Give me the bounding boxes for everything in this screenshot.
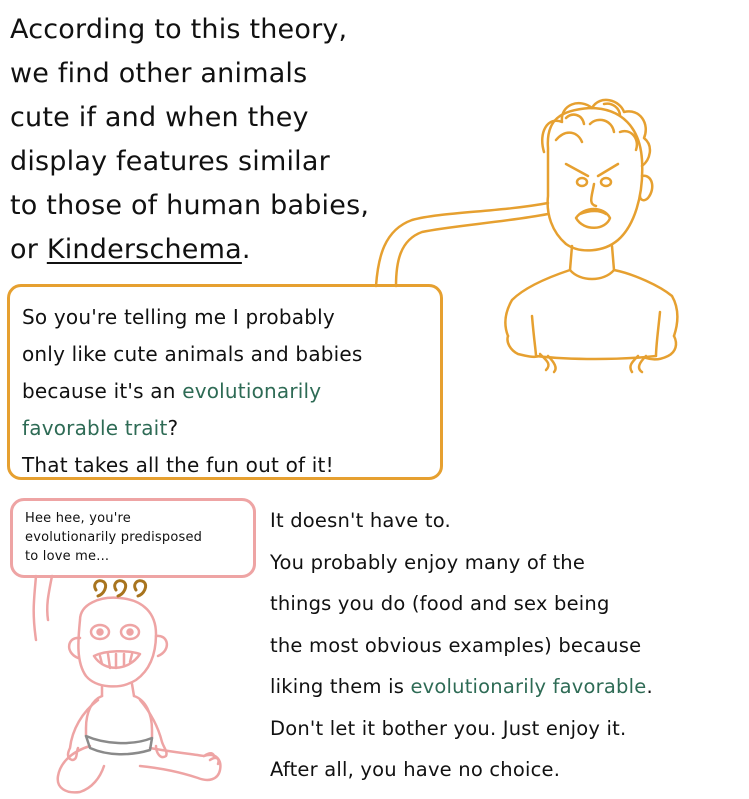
guy-speech-line: only like cute animals and babies bbox=[22, 342, 363, 366]
reply-line: You probably enjoy many of the bbox=[270, 550, 586, 574]
reply-emphasis: evolutionarily favorable bbox=[410, 675, 647, 698]
guy-eye-right bbox=[599, 176, 613, 188]
reply-suffix: . bbox=[646, 675, 653, 698]
reply-line: the most obvious examples) because bbox=[270, 633, 642, 657]
baby-head bbox=[77, 596, 158, 688]
baby-leg-left bbox=[56, 744, 106, 794]
guy-bubble-tail bbox=[374, 201, 550, 288]
baby-diaper bbox=[84, 734, 154, 756]
baby-figure bbox=[56, 596, 222, 794]
guy-speech-suffix: ? bbox=[167, 416, 179, 440]
reply-line: After all, you have no choice. bbox=[270, 758, 561, 781]
guy-speech-line: So you're telling me I probably bbox=[22, 305, 335, 329]
guy-eyebrow-left bbox=[564, 162, 590, 178]
baby-pupil-left bbox=[96, 628, 104, 636]
guy-head bbox=[546, 106, 644, 252]
baby-ear-right bbox=[154, 634, 168, 658]
guy-speech-line: because it's an evolutionarily bbox=[22, 373, 428, 410]
reply-line: Don't let it bother you. Just enjoy it. bbox=[270, 716, 627, 740]
baby-bubble-tail bbox=[32, 574, 54, 642]
guy-speech-emphasis: evolutionarily bbox=[182, 379, 322, 403]
guy-speech-bubble: So you're telling me I probably only lik… bbox=[7, 284, 443, 480]
guy-bubble-tail-inner bbox=[394, 212, 550, 288]
baby-pupil-right bbox=[126, 628, 134, 636]
reply-line: things you do (food and sex being bbox=[270, 592, 610, 615]
reply-line: liking them is evolutionarily favorable. bbox=[270, 666, 740, 708]
baby-speech-bubble: Hee hee, you're evolutionarily predispos… bbox=[10, 498, 256, 578]
baby-arm-left bbox=[66, 698, 100, 762]
baby-speech-line: to love me... bbox=[25, 549, 110, 564]
baby-hair-curls bbox=[93, 579, 148, 598]
guy-speech-line: That takes all the fun out of it! bbox=[22, 453, 334, 477]
baby-speech-line: evolutionarily predisposed bbox=[25, 530, 203, 545]
guy-nose bbox=[590, 182, 598, 208]
reply-prefix: liking them is bbox=[270, 675, 411, 698]
guy-eye-left bbox=[575, 176, 589, 188]
baby-speech-line: Hee hee, you're bbox=[25, 511, 131, 526]
guy-speech-line: favorable trait? bbox=[22, 410, 428, 447]
guy-shirt bbox=[504, 268, 679, 361]
guy-eyebrow-right bbox=[596, 162, 620, 178]
reply-line: It doesn't have to. bbox=[270, 509, 451, 532]
guy-speech-prefix: because it's an bbox=[22, 379, 183, 403]
guy-speech-emphasis: favorable trait bbox=[22, 416, 168, 440]
reply-text: It doesn't have to. You probably enjoy m… bbox=[270, 500, 740, 791]
guy-teeth bbox=[578, 209, 608, 216]
